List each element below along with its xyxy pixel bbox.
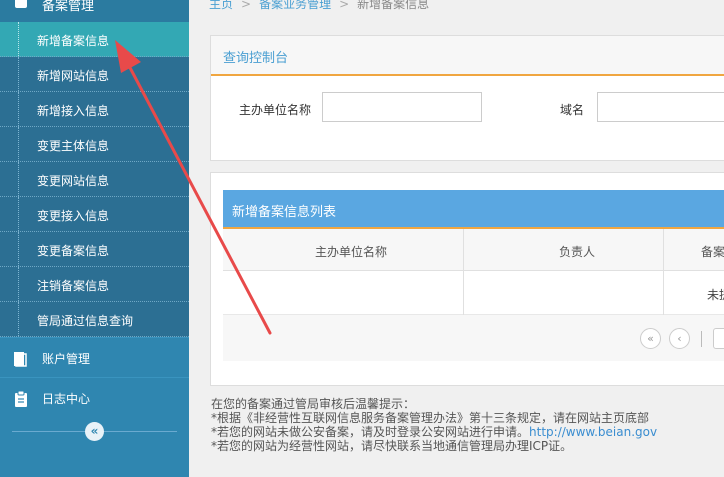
sidebar-fill: [0, 447, 189, 477]
pager-divider: [701, 331, 702, 347]
clipboard-icon: [15, 390, 27, 407]
sidebar-item-label: 新增备案信息: [37, 34, 110, 48]
page-number-input[interactable]: [713, 328, 724, 349]
sidebar-item-bureau-query[interactable]: 管局通过信息查询: [0, 302, 189, 337]
breadcrumb: 主页 > 备案业务管理 > 新增备案信息: [209, 0, 429, 12]
tip-line: *若您的网站未做公安备案，请及时登录公安网站进行申请。http://www.be…: [211, 425, 724, 439]
sidebar-section-title: 备案管理: [42, 0, 95, 14]
list-title: 新增备案信息列表: [232, 205, 337, 220]
query-panel-title: 查询控制台: [223, 51, 289, 66]
main-content: 主页 > 备案业务管理 > 新增备案信息 查询控制台 主办单位名称 域名 新增备案信息列…: [189, 0, 724, 477]
sidebar-item-label: 变更接入信息: [37, 209, 110, 223]
book-icon: [14, 352, 27, 367]
sidebar-item-account[interactable]: 账户管理: [0, 337, 189, 377]
tip-line: *若您的网站为经营性网站，请尽快联系当地通信管理局办理ICP证。: [211, 439, 573, 453]
domain-input[interactable]: [597, 92, 724, 122]
sidebar-item-label: 管局通过信息查询: [37, 314, 134, 328]
breadcrumb-section[interactable]: 备案业务管理: [259, 0, 331, 11]
table-header: 主办单位名称 负责人 备案: [223, 229, 724, 271]
column-divider: [463, 229, 464, 315]
tip-line: *根据《非经营性互联网信息服务备案管理办法》第十三条规定，请在网站主页底部: [211, 411, 650, 425]
sidebar-item-log-center[interactable]: 日志中心: [0, 377, 189, 417]
list-header: 新增备案信息列表: [223, 190, 724, 229]
sidebar-item-change-access[interactable]: 变更接入信息: [0, 197, 189, 232]
query-panel: 查询控制台 主办单位名称 域名: [210, 35, 724, 161]
sidebar-item-label: 变更网站信息: [37, 174, 110, 188]
sidebar-collapse-bar: «: [0, 417, 189, 447]
table-cell-status: 未提: [707, 288, 724, 302]
domain-label: 域名: [560, 103, 585, 117]
sidebar-item-label: 注销备案信息: [37, 279, 110, 293]
sidebar-item-label: 变更主体信息: [37, 139, 110, 153]
sidebar-item-change-entity[interactable]: 变更主体信息: [0, 127, 189, 162]
column-header-filing[interactable]: 备案: [701, 243, 724, 260]
list-panel: 新增备案信息列表 主办单位名称 负责人 备案 未提 « ‹: [210, 172, 724, 386]
column-header-unit[interactable]: 主办单位名称: [315, 243, 387, 260]
table-row[interactable]: 未提: [223, 271, 724, 315]
tips-heading: 在您的备案通过管局审核后温馨提示：: [211, 397, 416, 411]
sidebar-item-change-filing[interactable]: 变更备案信息: [0, 232, 189, 267]
breadcrumb-home[interactable]: 主页: [209, 0, 233, 11]
first-page-icon[interactable]: «: [640, 328, 661, 349]
sidebar-submenu: 新增备案信息 新增网站信息 新增接入信息 变更主体信息 变更网站信息 变更接入信…: [0, 22, 189, 337]
breadcrumb-current: 新增备案信息: [357, 0, 430, 11]
sidebar-item-label: 变更备案信息: [37, 244, 110, 258]
collapse-icon[interactable]: «: [85, 422, 104, 441]
sidebar-item-add-website[interactable]: 新增网站信息: [0, 57, 189, 92]
sidebar-item-cancel-filing[interactable]: 注销备案信息: [0, 267, 189, 302]
tips-notes: 在您的备案通过管局审核后温馨提示： *根据《非经营性互联网信息服务备案管理办法》…: [211, 397, 724, 453]
tip-text: *若您的网站未做公安备案，请及时登录公安网站进行申请。: [211, 425, 530, 439]
breadcrumb-separator: >: [339, 0, 350, 11]
query-panel-header: 查询控制台: [211, 36, 724, 76]
sidebar-item-add-access[interactable]: 新增接入信息: [0, 92, 189, 127]
sidebar-item-label: 日志中心: [42, 392, 91, 406]
unit-name-label: 主办单位名称: [239, 103, 312, 117]
beian-link[interactable]: http://www.beian.gov: [529, 425, 657, 439]
gear-icon: [15, 0, 27, 8]
sidebar-item-add-filing[interactable]: 新增备案信息: [0, 22, 189, 57]
unit-name-input[interactable]: [322, 92, 482, 122]
pagination: « ‹: [223, 315, 724, 361]
column-header-owner[interactable]: 负责人: [559, 243, 595, 260]
sidebar-item-label: 账户管理: [42, 352, 91, 366]
sidebar-item-change-website[interactable]: 变更网站信息: [0, 162, 189, 197]
sidebar-section-header[interactable]: 备案管理: [0, 0, 189, 22]
prev-page-icon[interactable]: ‹: [669, 328, 690, 349]
sidebar-item-label: 新增网站信息: [37, 69, 110, 83]
breadcrumb-separator: >: [241, 0, 252, 11]
column-divider: [663, 229, 664, 315]
sidebar: 备案管理 新增备案信息 新增网站信息 新增接入信息 变更主体信息 变更网站信息 …: [0, 0, 189, 477]
sidebar-item-label: 新增接入信息: [37, 104, 110, 118]
